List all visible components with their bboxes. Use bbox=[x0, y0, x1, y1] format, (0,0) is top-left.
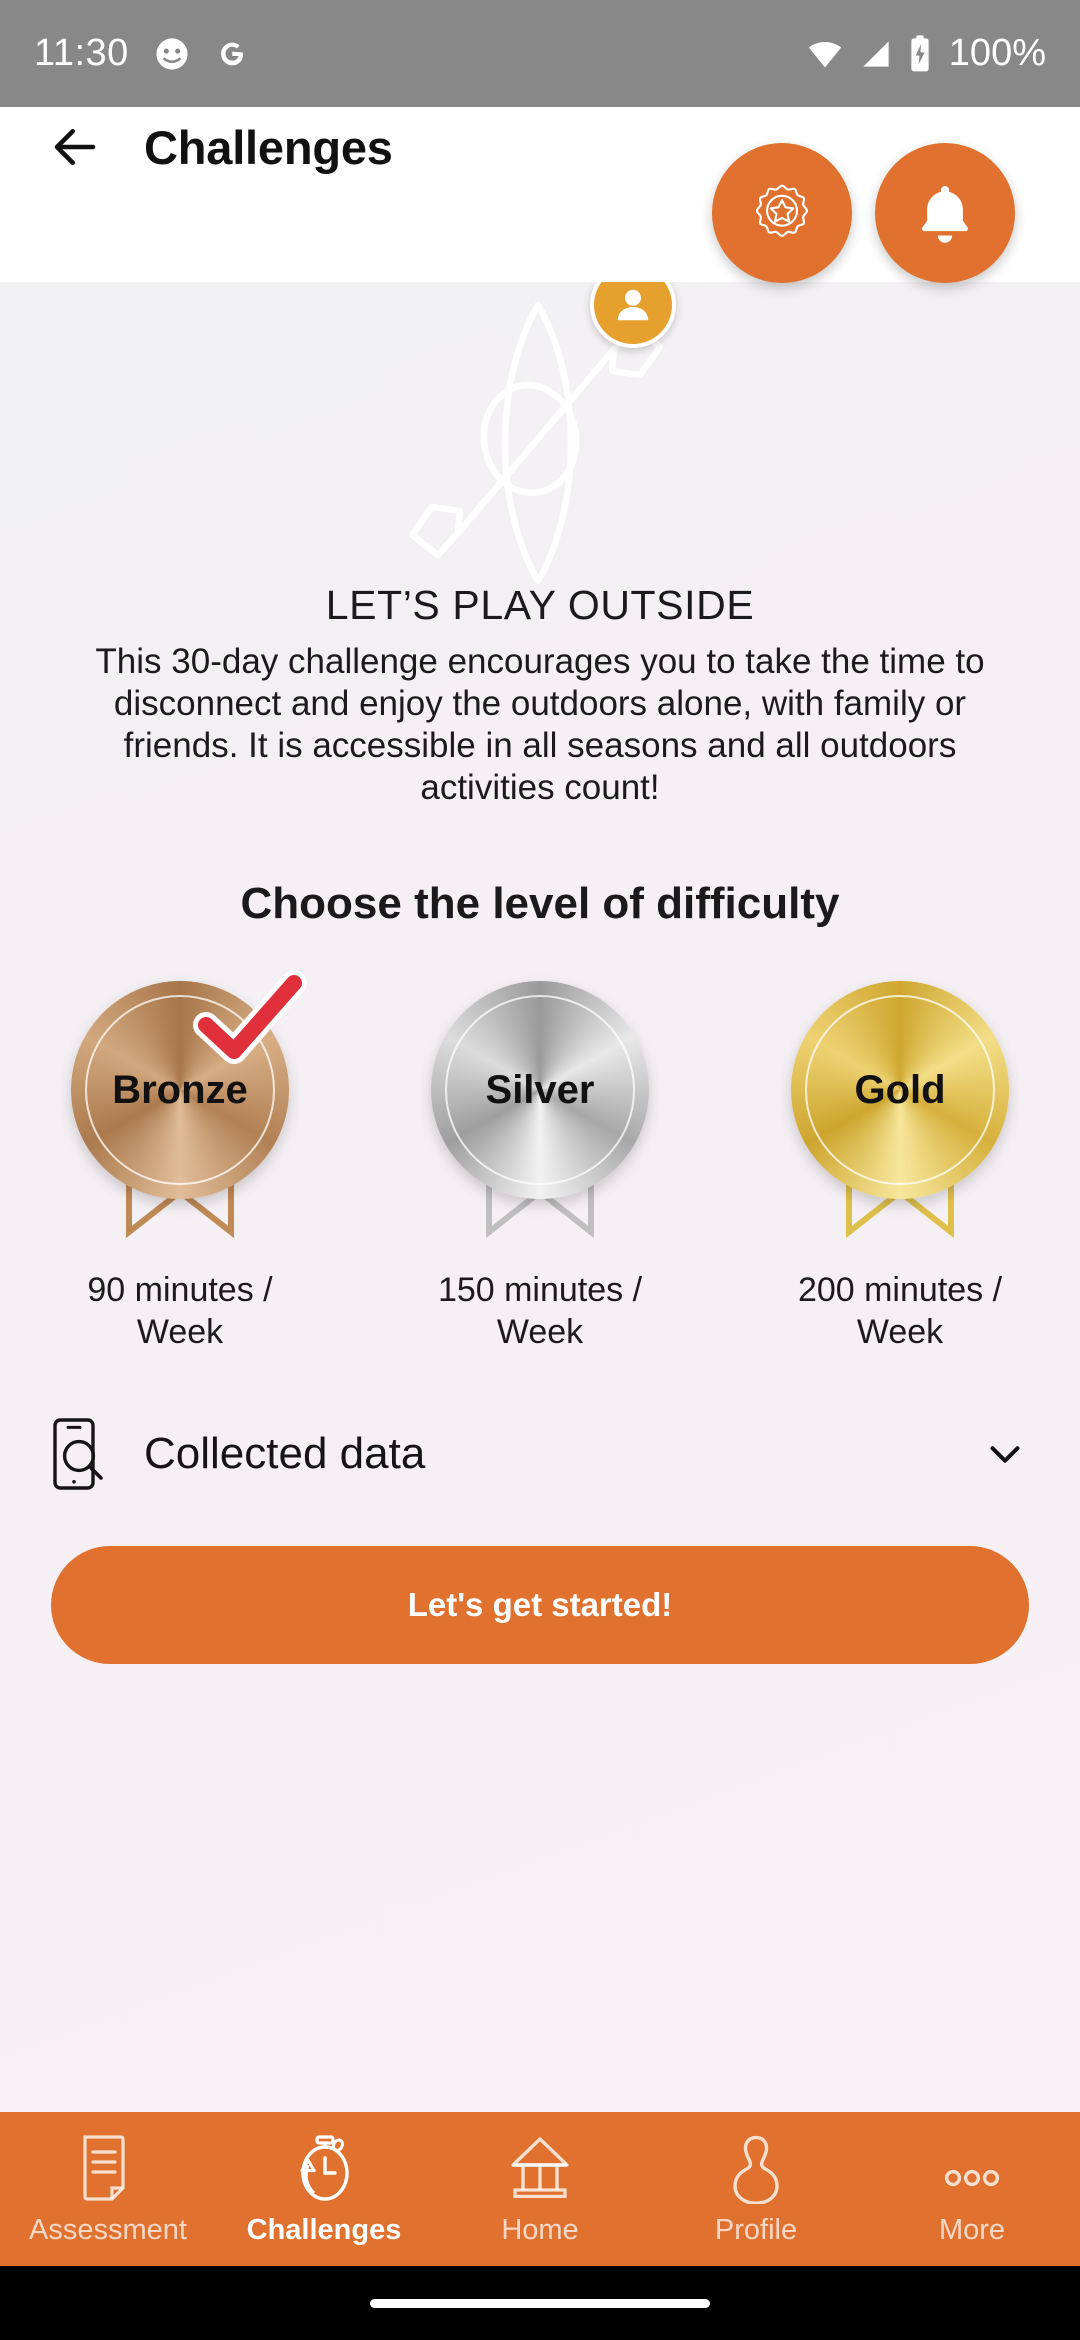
nav-label-more: More bbox=[938, 2213, 1006, 2246]
nav-item-more[interactable]: More bbox=[864, 2112, 1080, 2266]
wifi-icon bbox=[808, 41, 841, 67]
nav-label-profile: Profile bbox=[714, 2213, 798, 2246]
status-bar: 11:30 100% bbox=[0, 0, 1080, 107]
medal-bronze-label: Bronze bbox=[112, 1067, 248, 1112]
collected-data-label: Collected data bbox=[144, 1429, 426, 1478]
bottom-navigation: Assessment Challenges Home Profile More bbox=[0, 2112, 1080, 2266]
phone-search-icon bbox=[53, 1418, 103, 1490]
medal-silver: Silver bbox=[431, 981, 649, 1199]
stopwatch-icon bbox=[291, 2132, 357, 2204]
status-bar-left: 11:30 bbox=[34, 32, 249, 75]
nav-item-challenges[interactable]: Challenges bbox=[216, 2112, 432, 2266]
arrow-left-icon bbox=[54, 129, 96, 165]
page-title: Challenges bbox=[144, 120, 393, 174]
difficulty-options: Bronze 90 minutes / Week Silver 150 minu… bbox=[0, 971, 1080, 1353]
collected-data-row[interactable]: Collected data bbox=[52, 1417, 1028, 1491]
nav-item-profile[interactable]: Profile bbox=[648, 2112, 864, 2266]
battery-charging-icon bbox=[911, 34, 929, 71]
chevron-down-icon[interactable] bbox=[982, 1431, 1028, 1477]
gesture-navigation-bar bbox=[0, 2266, 1080, 2340]
medal-gold: Gold bbox=[791, 981, 1009, 1199]
difficulty-heading: Choose the level of difficulty bbox=[240, 879, 840, 928]
house-icon bbox=[505, 2132, 575, 2204]
nav-label-challenges: Challenges bbox=[246, 2213, 402, 2246]
challenge-description: This 30-day challenge encourages you to … bbox=[95, 642, 985, 807]
gesture-pill[interactable] bbox=[370, 2298, 710, 2308]
status-time: 11:30 bbox=[34, 32, 129, 74]
nav-item-home[interactable]: Home bbox=[432, 2112, 648, 2266]
challenge-hero bbox=[0, 282, 1080, 612]
nav-label-home: Home bbox=[501, 2213, 579, 2246]
chat-app-icon bbox=[156, 37, 188, 70]
rosette-star-icon bbox=[755, 184, 809, 237]
status-bar-right: 100% bbox=[805, 32, 1046, 75]
get-started-button[interactable]: Let's get started! bbox=[51, 1546, 1029, 1664]
red-check-icon bbox=[193, 971, 307, 1064]
battery-percent: 100% bbox=[948, 32, 1046, 74]
difficulty-option-gold[interactable]: Gold 200 minutes / Week bbox=[720, 981, 1080, 1353]
difficulty-option-silver[interactable]: Silver 150 minutes / Week bbox=[360, 981, 720, 1353]
back-button[interactable] bbox=[48, 120, 102, 174]
person-icon bbox=[727, 2132, 785, 2204]
medal-gold-label: Gold bbox=[854, 1067, 946, 1112]
nav-item-assessment[interactable]: Assessment bbox=[0, 2112, 216, 2266]
difficulty-caption-bronze: 90 minutes / Week bbox=[87, 1271, 273, 1351]
difficulty-caption-gold: 200 minutes / Week bbox=[797, 1271, 1003, 1351]
difficulty-option-bronze[interactable]: Bronze 90 minutes / Week bbox=[0, 971, 360, 1353]
badge-star-button[interactable] bbox=[712, 143, 852, 283]
three-dots-icon bbox=[937, 2132, 1007, 2204]
notifications-button[interactable] bbox=[875, 143, 1015, 283]
signal-icon bbox=[863, 40, 889, 67]
content-area: LET’S PLAY OUTSIDE This 30-day challenge… bbox=[0, 282, 1080, 2112]
app-screen: 11:30 100% Challenges LET’S PLAY OUTSIDE… bbox=[0, 0, 1080, 2340]
person-avatar-icon bbox=[617, 289, 649, 321]
bell-icon bbox=[922, 186, 968, 243]
document-icon bbox=[77, 2132, 139, 2204]
medal-silver-label: Silver bbox=[485, 1067, 595, 1112]
difficulty-caption-silver: 150 minutes / Week bbox=[437, 1271, 643, 1351]
nav-label-assessment: Assessment bbox=[29, 2213, 187, 2246]
google-icon bbox=[220, 42, 243, 65]
